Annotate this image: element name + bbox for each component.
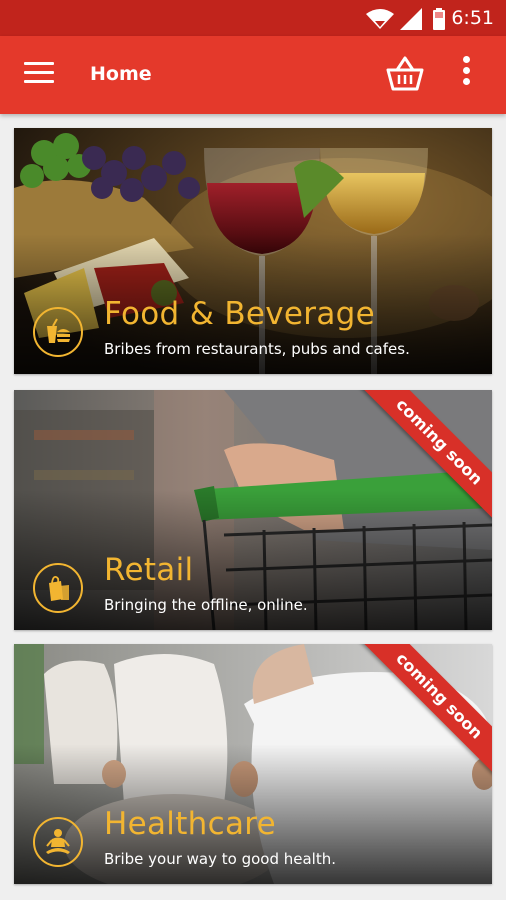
card-subtitle: Bringing the offline, online. xyxy=(104,596,308,614)
meditation-icon xyxy=(33,817,83,867)
battery-icon xyxy=(433,8,445,30)
category-card-retail[interactable]: coming soon Retail Bringing the offline,… xyxy=(14,390,492,630)
menu-icon[interactable] xyxy=(24,62,54,86)
card-title: Food & Beverage xyxy=(104,296,375,332)
card-title: Healthcare xyxy=(104,806,276,842)
page-title: Home xyxy=(90,63,152,85)
shopping-bag-icon xyxy=(33,563,83,613)
status-time: 6:51 xyxy=(451,7,494,29)
category-card-healthcare[interactable]: coming soon Healthcare Bribe your way to… xyxy=(14,644,492,884)
card-subtitle: Bribe your way to good health. xyxy=(104,850,336,868)
status-bar: 6:51 xyxy=(0,0,506,36)
basket-icon[interactable] xyxy=(386,55,424,93)
signal-icon xyxy=(400,8,422,30)
app-bar: Home xyxy=(0,36,506,114)
card-subtitle: Bribes from restaurants, pubs and cafes. xyxy=(104,340,410,358)
category-card-food-beverage[interactable]: Food & Beverage Bribes from restaurants,… xyxy=(14,128,492,374)
wifi-icon xyxy=(366,9,394,29)
card-title: Retail xyxy=(104,552,194,588)
more-options-icon[interactable] xyxy=(456,56,476,92)
drink-burger-icon xyxy=(33,307,83,357)
